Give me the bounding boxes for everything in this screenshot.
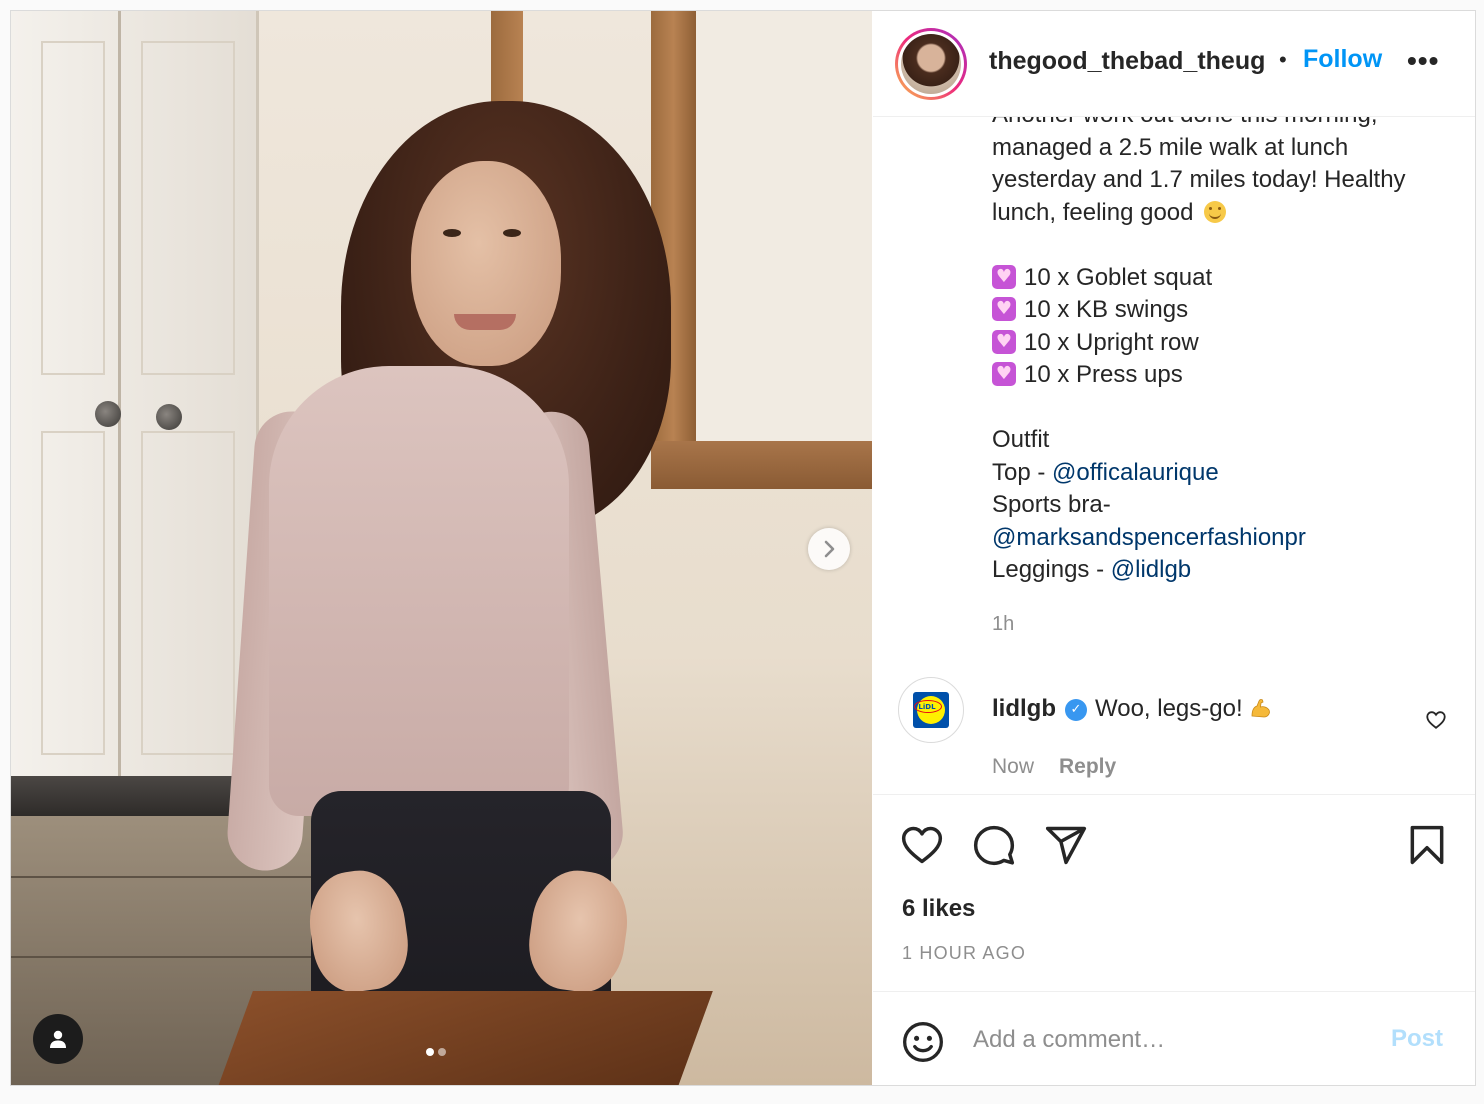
exercise-item: 10 x Press ups bbox=[992, 359, 1452, 392]
caption-line-text: lunch, feeling good bbox=[992, 198, 1194, 226]
lidl-logo: LiDL bbox=[913, 692, 949, 728]
outfit-leggings: Leggings - @lidlgb bbox=[992, 554, 1452, 587]
post-details-panel: thegood_thebad_theug • Follow ••• Anothe… bbox=[873, 11, 1475, 1085]
exercise-item: 10 x KB swings bbox=[992, 294, 1452, 327]
caption-line: Another work out done this morning, bbox=[992, 117, 1452, 132]
post-photo[interactable] bbox=[11, 11, 872, 1085]
caption-line: yesterday and 1.7 miles today! Healthy bbox=[992, 166, 1406, 193]
comment-icon[interactable] bbox=[972, 823, 1016, 867]
share-icon[interactable] bbox=[1044, 823, 1088, 867]
mention-link[interactable]: @marksandspencerfashionpr bbox=[992, 524, 1306, 551]
follow-button[interactable]: Follow bbox=[1303, 45, 1382, 74]
reply-button[interactable]: Reply bbox=[1059, 755, 1116, 779]
smiling-face-emoji bbox=[1204, 200, 1227, 223]
carousel-dot bbox=[438, 1048, 446, 1056]
emoji-icon[interactable] bbox=[901, 1020, 945, 1064]
outfit-leggings-label: Leggings - bbox=[992, 556, 1111, 583]
chevron-right-icon bbox=[824, 540, 835, 558]
purple-heart-emoji bbox=[992, 297, 1016, 321]
flexed-biceps-emoji bbox=[1251, 699, 1270, 718]
caption-scroll-area[interactable]: Another work out done this morning, mana… bbox=[873, 117, 1475, 677]
purple-heart-emoji bbox=[992, 329, 1016, 354]
bookmark-icon[interactable] bbox=[1405, 823, 1449, 867]
exercise-text: 10 x Upright row bbox=[1024, 328, 1199, 356]
outfit-bra: @marksandspencerfashionpr bbox=[992, 522, 1452, 555]
exercise-text: 10 x Goblet squat bbox=[1024, 263, 1213, 291]
exercise-item: 10 x Goblet squat bbox=[992, 262, 1452, 295]
caption-timestamp[interactable]: 1h bbox=[992, 613, 1014, 636]
likes-count[interactable]: 6 likes bbox=[902, 895, 975, 923]
exercise-text: 10 x KB swings bbox=[1024, 296, 1189, 323]
heart-icon[interactable] bbox=[900, 823, 944, 867]
mention-link[interactable]: @lidlgb bbox=[1111, 556, 1191, 583]
carousel-dot-active bbox=[426, 1048, 434, 1056]
post-card: thegood_thebad_theug • Follow ••• Anothe… bbox=[10, 10, 1476, 1086]
exercise-text: 10 x Press ups bbox=[1024, 361, 1183, 388]
comment-text: Woo, legs-go! bbox=[1095, 695, 1273, 723]
photo-scene bbox=[11, 11, 872, 1085]
post-date[interactable]: 1 HOUR AGO bbox=[902, 943, 1026, 964]
author-username[interactable]: thegood_thebad_theug bbox=[989, 47, 1265, 76]
commenter-avatar[interactable]: LiDL bbox=[898, 677, 964, 743]
carousel-indicator bbox=[426, 1048, 446, 1056]
comment-input[interactable] bbox=[973, 1020, 1363, 1060]
verified-icon: ✓ bbox=[1065, 699, 1087, 721]
comment-like-icon[interactable] bbox=[1425, 709, 1447, 731]
outfit-top: Top - @officalaurique bbox=[992, 457, 1452, 490]
add-comment-bar: Post bbox=[873, 991, 1475, 1085]
commenter-username[interactable]: lidlgb bbox=[992, 695, 1056, 723]
outfit-top-label: Top - bbox=[992, 458, 1053, 486]
caption-line: lunch, feeling good bbox=[992, 197, 1452, 230]
author-avatar[interactable] bbox=[895, 28, 967, 100]
outfit-bra-label: Sports bra- bbox=[992, 491, 1111, 518]
comment-text-content: Woo, legs-go! bbox=[1095, 695, 1243, 722]
caption-line: managed a 2.5 mile walk at lunch bbox=[992, 133, 1349, 161]
action-bar: 6 likes 1 HOUR AGO bbox=[873, 794, 1475, 994]
user-tag-icon bbox=[50, 1030, 66, 1048]
header-separator: • bbox=[1279, 47, 1287, 72]
post-caption: Another work out done this morning, mana… bbox=[992, 117, 1452, 587]
purple-heart-emoji bbox=[992, 264, 1016, 289]
comment-timestamp: Now bbox=[992, 755, 1035, 778]
comment-item: LiDL lidlgb ✓ Woo, legs-go! Now Reply bbox=[873, 675, 1475, 795]
exercise-item: 10 x Upright row bbox=[992, 327, 1452, 360]
post-header: thegood_thebad_theug • Follow ••• bbox=[873, 11, 1475, 117]
post-comment-button[interactable]: Post bbox=[1391, 1025, 1443, 1053]
next-photo-button[interactable] bbox=[808, 528, 850, 570]
tagged-users-button[interactable] bbox=[33, 1014, 83, 1064]
purple-heart-emoji bbox=[992, 362, 1016, 386]
mention-link[interactable]: @officalaurique bbox=[1052, 459, 1219, 486]
more-options-button[interactable]: ••• bbox=[1407, 47, 1439, 75]
outfit-heading: Outfit bbox=[992, 426, 1050, 453]
